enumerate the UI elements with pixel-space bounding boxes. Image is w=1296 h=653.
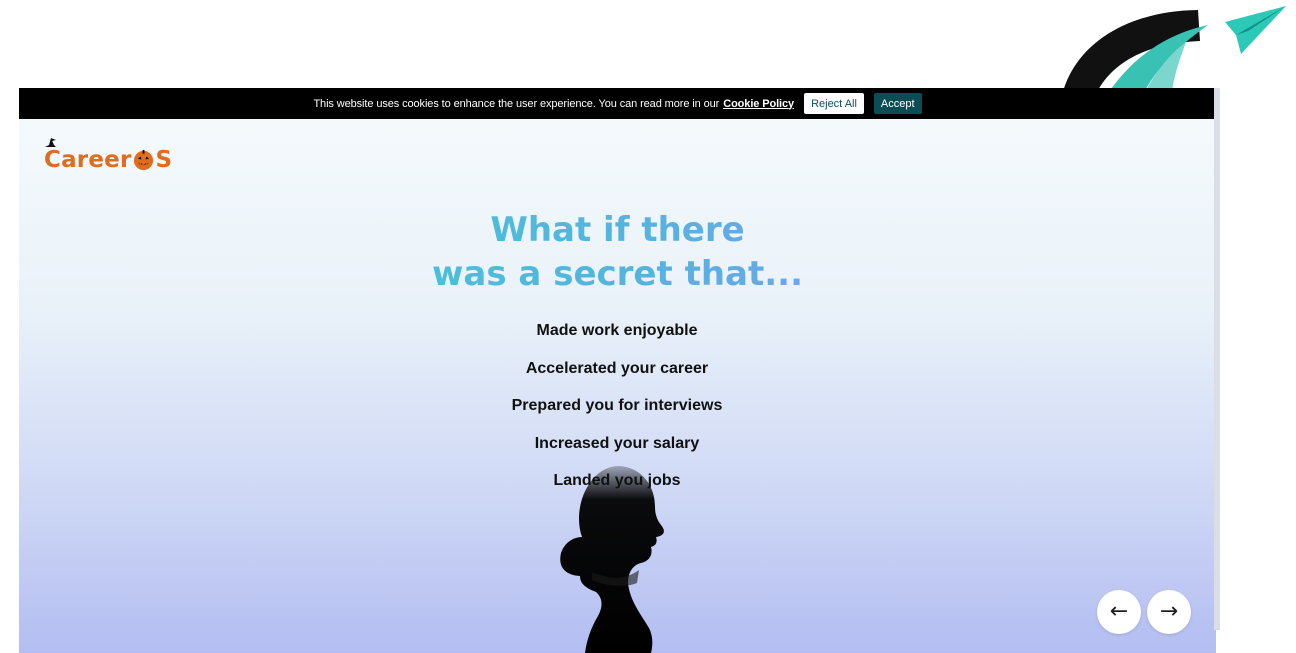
careeros-logo[interactable]: Career S bbox=[44, 138, 173, 174]
corner-brand-logo bbox=[1063, 6, 1286, 92]
benefit-item: Prepared you for interviews bbox=[511, 397, 723, 414]
benefit-item: Increased your salary bbox=[534, 434, 700, 452]
hero-headline: What if there was a secret that... bbox=[379, 208, 856, 296]
benefit-item: Made work enjoyable bbox=[536, 322, 698, 339]
jack-o-lantern-icon bbox=[134, 149, 154, 170]
arrow-left-icon: ← bbox=[1109, 599, 1129, 624]
benefit-item: Accelerated your career bbox=[525, 359, 709, 377]
screenshot-frame: This website uses cookies to enhance the… bbox=[0, 0, 1296, 653]
website-viewport: This website uses cookies to enhance the… bbox=[19, 88, 1216, 653]
witch-hat-icon bbox=[45, 138, 56, 147]
hero-title-line-1: What if there bbox=[379, 208, 856, 252]
hero-title-line-2: was a secret that... bbox=[379, 252, 856, 296]
benefit-item: Landed you jobs bbox=[553, 472, 681, 489]
brand-text-right: S bbox=[155, 147, 173, 173]
reject-all-button[interactable]: Reject All bbox=[804, 93, 864, 114]
vertical-scrollbar[interactable] bbox=[1214, 88, 1220, 630]
cookie-policy-link[interactable]: Cookie Policy bbox=[723, 98, 794, 110]
accept-button[interactable]: Accept bbox=[873, 93, 922, 114]
arrow-right-icon: → bbox=[1159, 599, 1179, 624]
carousel-next-button[interactable]: → bbox=[1147, 590, 1191, 634]
benefits-list: Made work enjoyable Accelerated your car… bbox=[467, 312, 767, 500]
cookie-message: This website uses cookies to enhance the… bbox=[313, 97, 720, 110]
carousel-prev-button[interactable]: ← bbox=[1097, 590, 1141, 634]
brand-text-left: Career bbox=[44, 147, 132, 173]
cookie-banner: This website uses cookies to enhance the… bbox=[19, 88, 1216, 119]
